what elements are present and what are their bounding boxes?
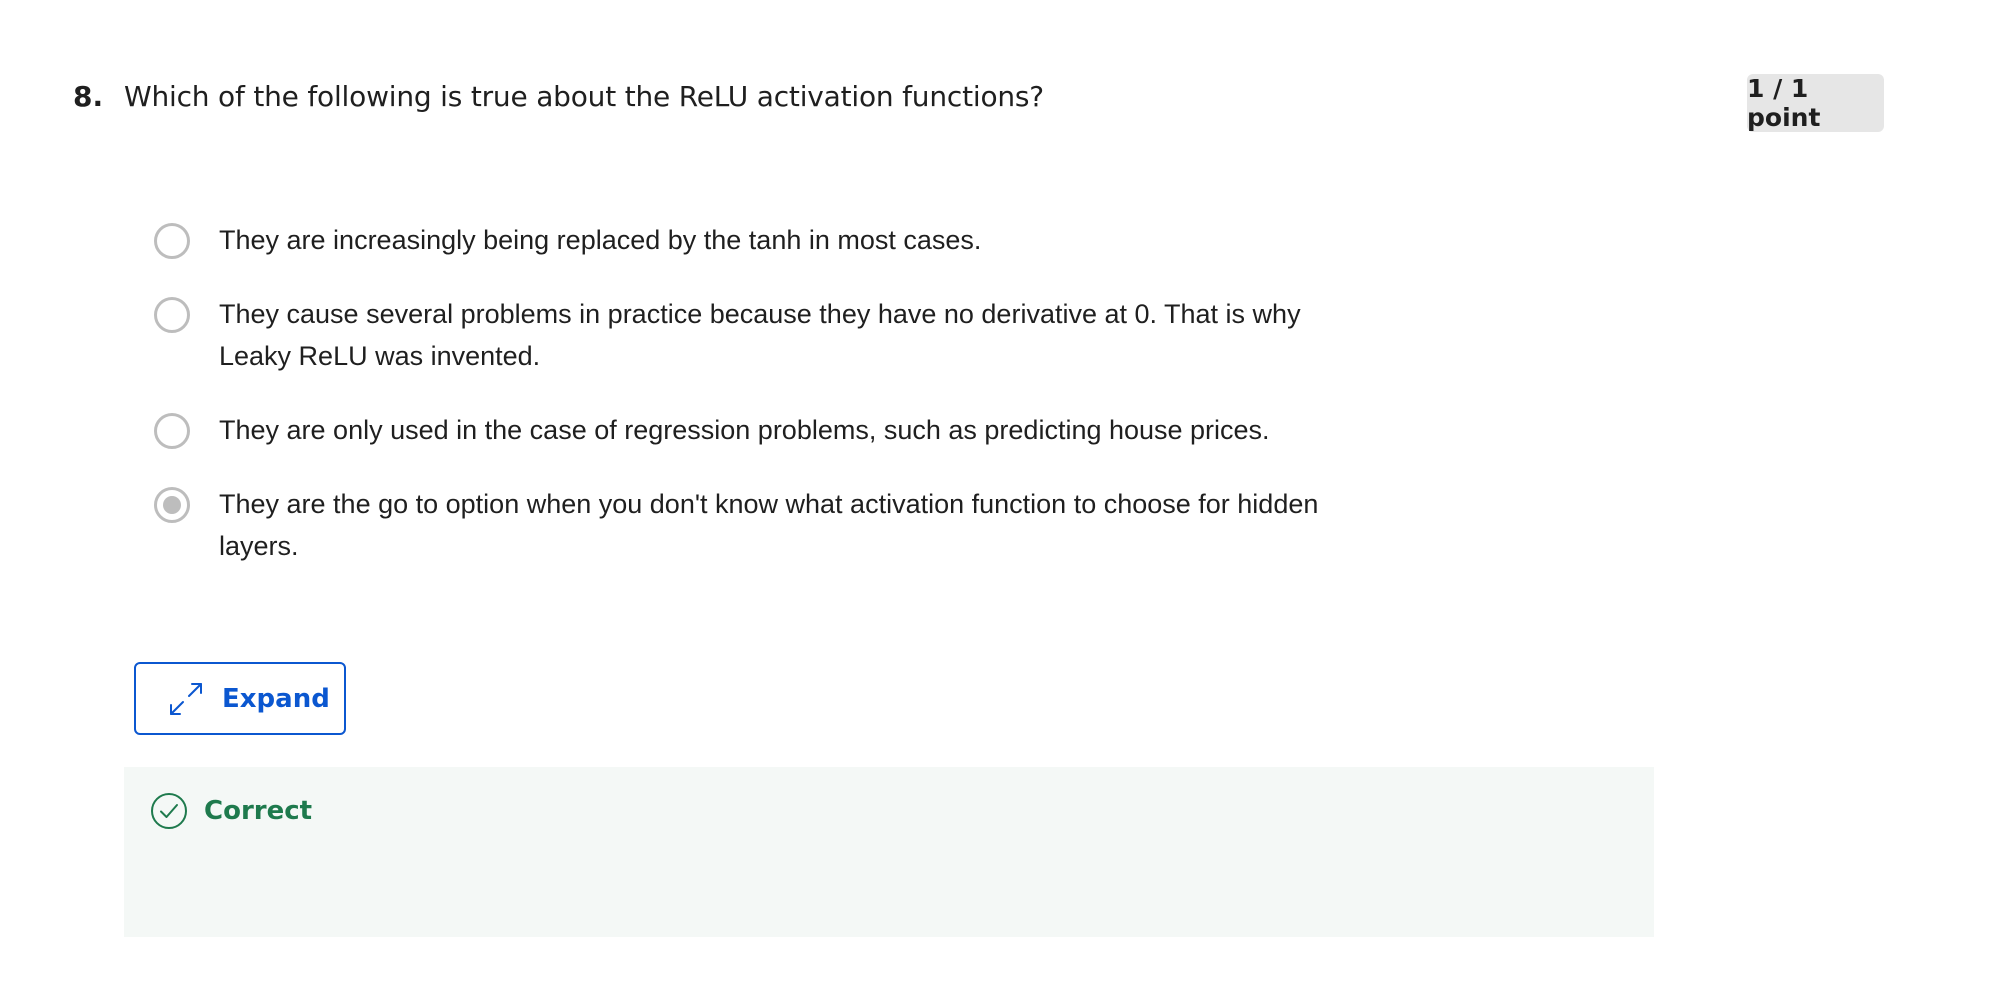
option-label: They are only used in the case of regres…	[219, 415, 1270, 445]
question-text: Which of the following is true about the…	[124, 80, 1044, 113]
expand-arrows-icon	[168, 681, 204, 717]
option-4[interactable]: They are the go to option when you don't…	[154, 486, 1379, 567]
radio-button[interactable]	[154, 413, 190, 449]
expand-button[interactable]: Expand	[134, 662, 346, 735]
radio-button[interactable]	[154, 223, 190, 259]
feedback-panel: Correct	[124, 767, 1654, 937]
feedback-status: Correct	[150, 792, 312, 830]
question-header: 8. Which of the following is true about …	[73, 80, 1044, 113]
expand-label: Expand	[222, 683, 330, 714]
points-badge: 1 / 1 point	[1747, 74, 1884, 132]
option-1[interactable]: They are increasingly being replaced by …	[154, 222, 1379, 261]
radio-button[interactable]	[154, 297, 190, 333]
option-3[interactable]: They are only used in the case of regres…	[154, 412, 1379, 451]
option-label: They are the go to option when you don't…	[219, 489, 1319, 561]
check-circle-icon	[150, 792, 188, 830]
radio-button-selected[interactable]	[154, 487, 190, 523]
question-number: 8.	[73, 80, 104, 113]
feedback-status-label: Correct	[204, 796, 313, 826]
option-label: They are increasingly being replaced by …	[219, 225, 982, 255]
option-label: They cause several problems in practice …	[219, 299, 1301, 371]
option-2[interactable]: They cause several problems in practice …	[154, 296, 1379, 377]
